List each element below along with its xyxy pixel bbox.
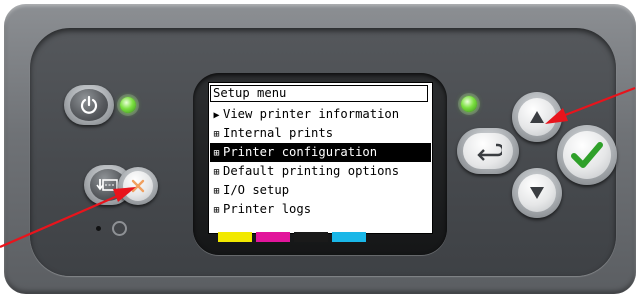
printer-front-panel: Setup menu ▶ View printer information ⊞ In…	[0, 0, 638, 297]
callout-arrow-up-button	[545, 86, 636, 124]
callout-arrows	[0, 86, 636, 249]
callout-arrow-cancel-button	[0, 187, 136, 249]
